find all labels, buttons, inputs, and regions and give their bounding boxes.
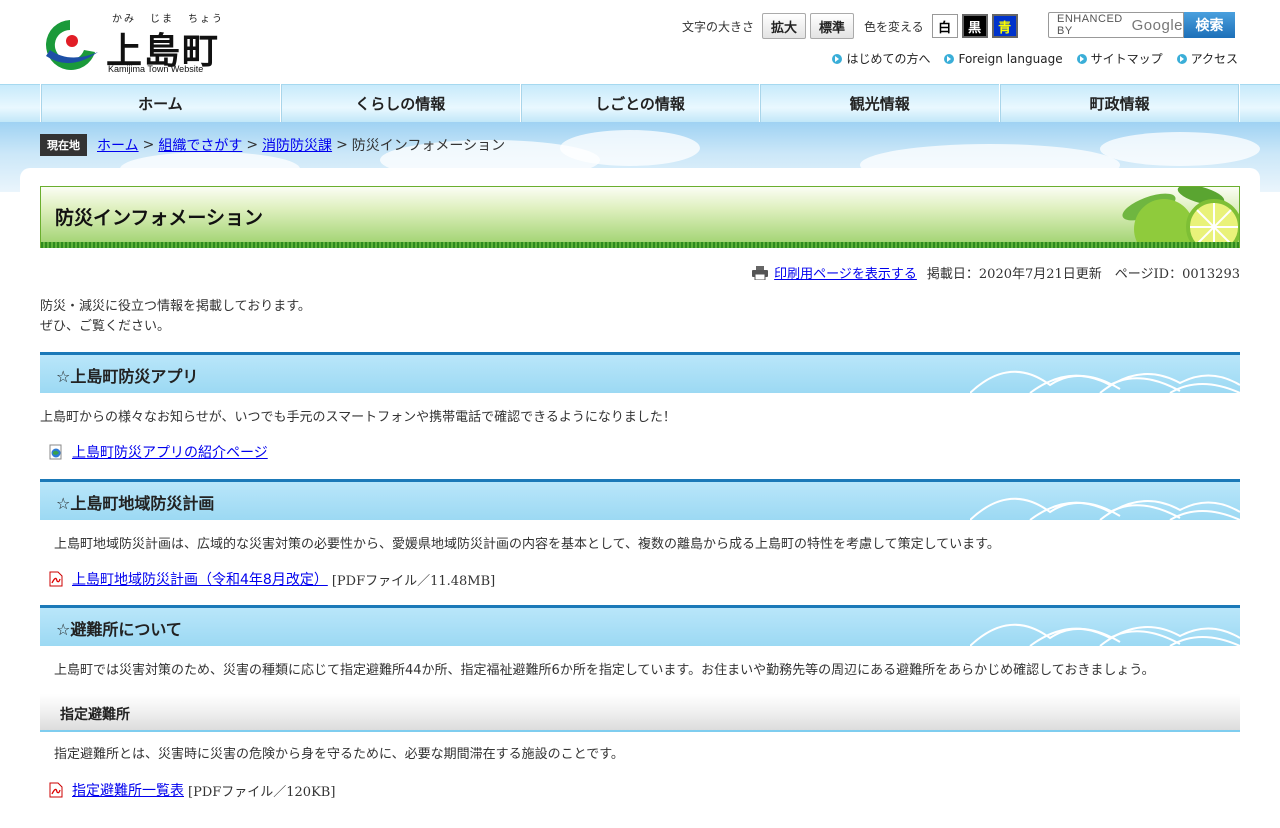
global-nav: ホーム くらしの情報 しごとの情報 観光情報 町政情報 bbox=[40, 84, 1240, 122]
breadcrumb-department[interactable]: 消防防災課 bbox=[262, 135, 332, 155]
breadcrumb-organization[interactable]: 組織でさがす bbox=[158, 135, 242, 155]
utility-links: はじめての方へ Foreign language サイトマップ アクセス bbox=[818, 50, 1238, 67]
link-label: Foreign language bbox=[958, 51, 1063, 66]
link-foreign-language[interactable]: Foreign language bbox=[944, 50, 1063, 67]
search-button[interactable]: 検索 bbox=[1184, 12, 1235, 38]
color-label: 色を変える bbox=[864, 19, 924, 34]
file-info: [PDFファイル／120KB] bbox=[188, 784, 336, 800]
breadcrumb-separator: > bbox=[142, 137, 155, 153]
section-text: 上島町では災害対策のため、災害の種類に応じて指定避難所44か所、指定福祉避難所6… bbox=[54, 663, 1155, 678]
page-title: 防災インフォメーション bbox=[55, 207, 264, 229]
breadcrumb-separator: > bbox=[246, 137, 259, 153]
app-link-row: 上島町防災アプリの紹介ページ bbox=[48, 442, 268, 462]
font-size-label: 文字の大きさ bbox=[682, 19, 755, 34]
lime-illustration-icon bbox=[1122, 187, 1239, 243]
disaster-plan-pdf-link[interactable]: 上島町地域防災計画（令和4年8月改定） bbox=[72, 569, 328, 589]
link-first-visit[interactable]: はじめての方へ bbox=[832, 50, 930, 67]
site-logo[interactable]: かみ じま ちょう 上島町 Kamijima Town Website bbox=[40, 8, 230, 78]
section-heading-plan: ☆上島町地域防災計画 bbox=[40, 479, 1240, 520]
wave-decoration-icon bbox=[970, 370, 1240, 393]
link-label: アクセス bbox=[1190, 52, 1238, 66]
link-access[interactable]: アクセス bbox=[1176, 50, 1238, 67]
shelter-list-pdf-link[interactable]: 指定避難所一覧表 bbox=[72, 780, 184, 800]
intro-text: 防災・減災に役立つ情報を掲載しております。 ぜひ、ご覧ください。 bbox=[40, 297, 311, 337]
color-controls: 色を変える 白 黒 青 bbox=[864, 12, 1018, 40]
intro-line: ぜひ、ご覧ください。 bbox=[40, 319, 171, 334]
town-emblem-icon bbox=[46, 20, 98, 70]
arrow-circle-icon bbox=[1176, 53, 1187, 64]
plan-link-row: 上島町地域防災計画（令和4年8月改定） [PDFファイル／11.48MB] bbox=[48, 569, 495, 589]
color-blue-button[interactable]: 青 bbox=[991, 14, 1018, 38]
intro-line: 防災・減災に役立つ情報を掲載しております。 bbox=[40, 299, 311, 314]
color-black-button[interactable]: 黒 bbox=[961, 14, 988, 38]
subsection-heading: 指定避難所 bbox=[40, 694, 1240, 732]
section-text: 上島町地域防災計画は、広域的な災害対策の必要性から、愛媛県地域防災計画の内容を基… bbox=[54, 537, 1000, 552]
print-page-link[interactable]: 印刷用ページを表示する bbox=[774, 263, 917, 282]
color-white-button[interactable]: 白 bbox=[931, 14, 958, 38]
printer-icon bbox=[752, 265, 769, 280]
wave-decoration-icon bbox=[970, 497, 1240, 520]
search-placeholder: ENHANCED BY bbox=[1057, 13, 1123, 37]
link-sitemap[interactable]: サイトマップ bbox=[1076, 50, 1163, 67]
breadcrumb-separator: > bbox=[336, 137, 348, 153]
font-size-controls: 文字の大きさ 拡大 標準 bbox=[682, 12, 855, 40]
breadcrumb: 現在地 ホーム > 組織でさがす > 消防防災課 > 防災インフォメーション bbox=[40, 134, 505, 156]
publish-date: 掲載日：2020年7月21日更新 ページID：0013293 bbox=[926, 267, 1240, 282]
section-text: 上島町からの様々なお知らせが、いつでも手元のスマートフォンや携帯電話で確認できる… bbox=[40, 410, 676, 425]
link-label: サイトマップ bbox=[1090, 52, 1163, 66]
arrow-circle-icon bbox=[1076, 53, 1087, 64]
nav-tourism[interactable]: 観光情報 bbox=[759, 84, 999, 122]
nav-government[interactable]: 町政情報 bbox=[999, 84, 1240, 122]
pdf-icon bbox=[49, 782, 63, 798]
file-info: [PDFファイル／11.48MB] bbox=[331, 573, 496, 589]
font-standard-button[interactable]: 標準 bbox=[810, 13, 855, 39]
page-meta: 印刷用ページを表示する 掲載日：2020年7月21日更新 ページID：00132… bbox=[752, 263, 1240, 282]
arrow-circle-icon bbox=[944, 53, 955, 64]
breadcrumb-home[interactable]: ホーム bbox=[97, 135, 139, 155]
shelter-link-row: 指定避難所一覧表 [PDFファイル／120KB] bbox=[48, 780, 335, 800]
nav-work[interactable]: しごとの情報 bbox=[519, 84, 760, 122]
section-heading-app: ☆上島町防災アプリ bbox=[40, 352, 1240, 393]
arrow-circle-icon bbox=[832, 53, 843, 64]
subsection-title: 指定避難所 bbox=[60, 707, 130, 723]
pdf-icon bbox=[49, 571, 63, 587]
nav-living[interactable]: くらしの情報 bbox=[279, 84, 520, 122]
nav-home[interactable]: ホーム bbox=[40, 84, 280, 122]
site-header: かみ じま ちょう 上島町 Kamijima Town Website 文字の大きさ… bbox=[0, 0, 1280, 84]
wave-decoration-icon bbox=[970, 623, 1240, 646]
web-page-icon bbox=[49, 444, 62, 460]
breadcrumb-current: 防災インフォメーション bbox=[351, 138, 506, 154]
search-brand: Google bbox=[1131, 16, 1183, 34]
font-enlarge-button[interactable]: 拡大 bbox=[762, 13, 807, 39]
subsection-text: 指定避難所とは、災害時に災害の危険から身を守るために、必要な期間滞在する施設のこ… bbox=[54, 747, 624, 762]
app-intro-link[interactable]: 上島町防災アプリの紹介ページ bbox=[72, 442, 268, 462]
page-title-bar: 防災インフォメーション bbox=[40, 186, 1240, 248]
breadcrumb-tag: 現在地 bbox=[40, 134, 87, 156]
section-heading-shelter: ☆避難所について bbox=[40, 605, 1240, 646]
search-input[interactable]: ENHANCED BY Google bbox=[1048, 12, 1184, 38]
section-title: ☆上島町防災アプリ bbox=[56, 367, 199, 386]
section-title: ☆避難所について bbox=[56, 620, 182, 639]
link-label: はじめての方へ bbox=[846, 52, 931, 66]
section-title: ☆上島町地域防災計画 bbox=[56, 494, 215, 513]
logo-subtitle: Kamijima Town Website bbox=[108, 64, 204, 74]
